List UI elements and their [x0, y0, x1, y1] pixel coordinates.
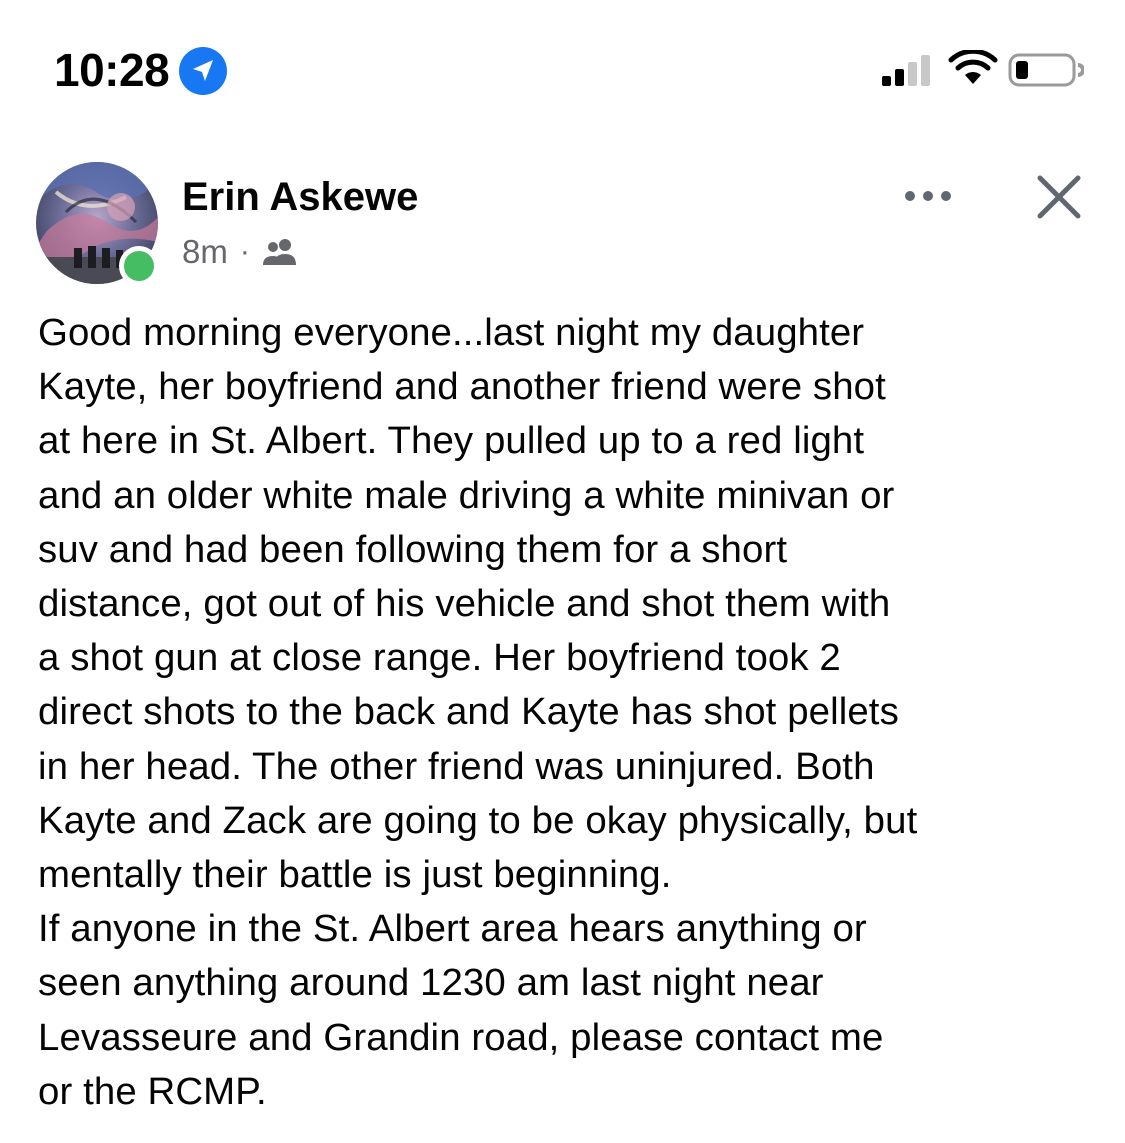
cellular-signal-icon	[882, 55, 930, 86]
post-body-line: seen anything around 1230 am last night …	[38, 961, 824, 1005]
status-bar: 10:28	[0, 0, 1125, 140]
battery-icon	[1008, 53, 1084, 87]
status-time: 10:28	[54, 44, 170, 96]
post-body-line: Kayte and Zack are going to be okay phys…	[38, 798, 918, 842]
author-name[interactable]: Erin Askewe	[182, 174, 418, 220]
post-body-line: direct shots to the back and Kayte has s…	[38, 690, 899, 734]
close-button[interactable]	[1030, 168, 1088, 226]
post-body-line: or the RCMP.	[38, 1069, 267, 1113]
post-body-line: a shot gun at close range. Her boyfriend…	[38, 636, 841, 680]
post-timestamp[interactable]: 8m	[182, 233, 228, 271]
post-body-line: at here in St. Albert. They pulled up to…	[38, 419, 865, 463]
more-options-button[interactable]	[898, 176, 958, 216]
post-meta: 8m ·	[182, 232, 298, 272]
friends-icon[interactable]	[262, 237, 298, 267]
post-body-line: mentally their battle is just beginning.	[38, 853, 672, 897]
online-status-indicator	[119, 246, 159, 286]
post-body-text: Good morning everyone...last night my da…	[38, 306, 1098, 1119]
post-body-line: If anyone in the St. Albert area hears a…	[38, 907, 867, 951]
post-body-line: suv and had been following them for a sh…	[38, 527, 788, 571]
post-body-line: Levasseure and Grandin road, please cont…	[38, 1015, 884, 1059]
post-body-line: Good morning everyone...last night my da…	[38, 311, 865, 354]
post-body-line: distance, got out of his vehicle and sho…	[38, 582, 891, 626]
post-body-line: in her head. The other friend was uninju…	[38, 744, 875, 788]
meta-separator: ·	[239, 235, 250, 268]
location-arrow-icon	[179, 47, 227, 95]
post-body-line: Kayte, her boyfriend and another friend …	[38, 365, 886, 409]
post-body-line: and an older white male driving a white …	[38, 473, 895, 517]
wifi-icon	[948, 50, 998, 84]
post-header: Erin Askewe 8m ·	[0, 150, 1125, 300]
